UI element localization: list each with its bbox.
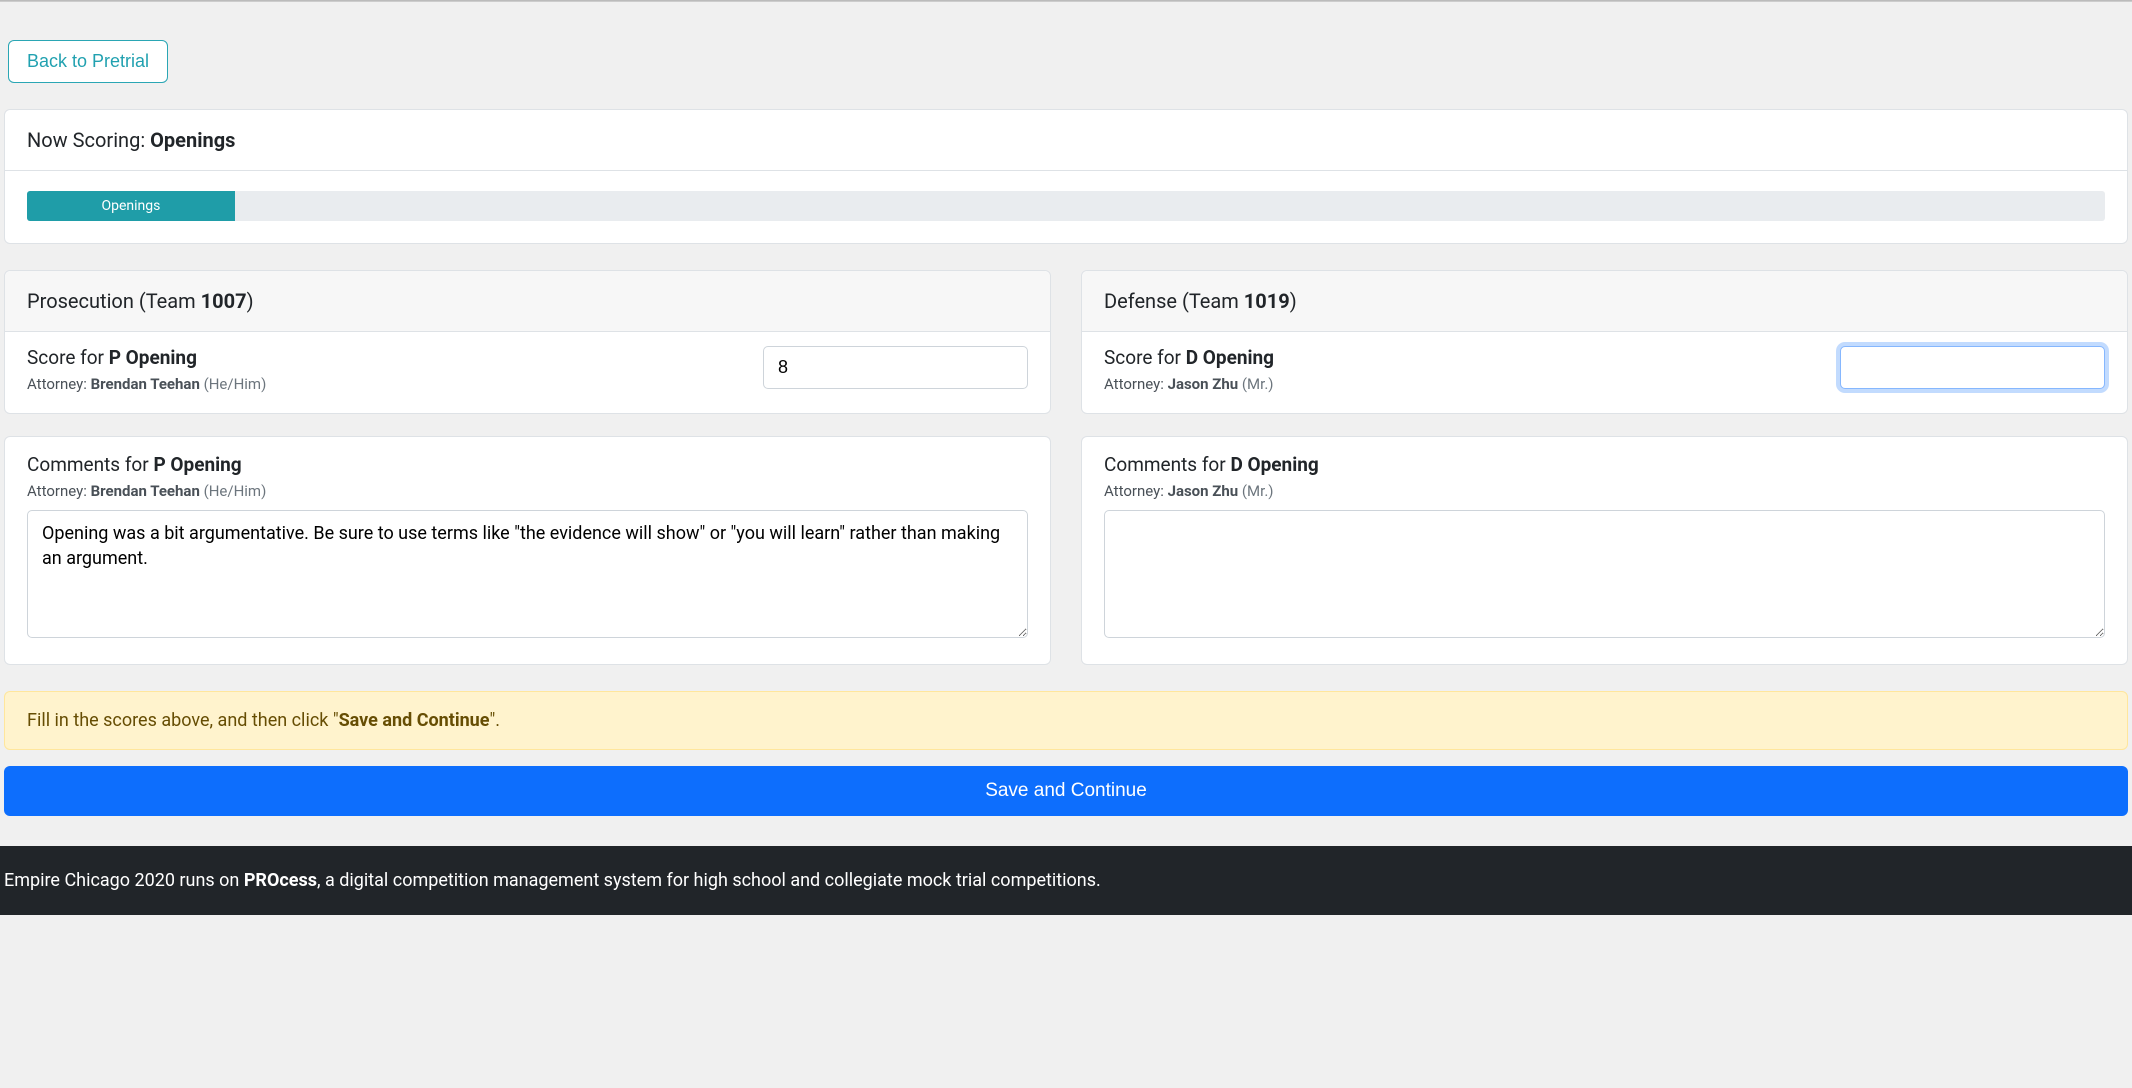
prosecution-attorney-name: Brendan Teehan <box>91 375 200 393</box>
now-scoring-section: Openings <box>150 128 235 152</box>
alert-text-bold: Save and Continue <box>339 710 490 731</box>
progress-segment-openings: Openings <box>27 191 235 221</box>
prosecution-score-prefix: Score for <box>27 346 109 369</box>
prosecution-score-panel: Prosecution (Team 1007) Score for P Open… <box>4 270 1051 414</box>
now-scoring-card: Now Scoring: Openings Openings <box>4 109 2128 244</box>
defense-comments-attorney-label: Attorney: <box>1104 482 1168 500</box>
defense-comments-attorney-name: Jason Zhu <box>1168 482 1239 500</box>
footer-text-before: Empire Chicago 2020 runs on <box>4 870 244 891</box>
progress-bar: Openings <box>27 191 2105 221</box>
prosecution-score-bold: P Opening <box>109 346 197 369</box>
prosecution-comments-attorney-label: Attorney: <box>27 482 91 500</box>
defense-comments-title: Comments for D Opening <box>1104 453 2105 476</box>
prosecution-score-input[interactable] <box>763 346 1028 389</box>
defense-comments-bold: D Opening <box>1230 453 1318 476</box>
defense-score-bold: D Opening <box>1186 346 1274 369</box>
prosecution-attorney-label: Attorney: <box>27 375 91 393</box>
defense-comments-attorney-line: Attorney: Jason Zhu (Mr.) <box>1104 482 2105 500</box>
footer-text-after: , a digital competition management syste… <box>317 870 1101 891</box>
prosecution-attorney-pronouns: (He/Him) <box>200 375 266 393</box>
alert-text-before: Fill in the scores above, and then click… <box>27 710 339 731</box>
alert-text-after: ". <box>489 710 500 731</box>
prosecution-comments-panel: Comments for P Opening Attorney: Brendan… <box>4 436 1051 665</box>
prosecution-header: Prosecution (Team 1007) <box>5 271 1050 332</box>
defense-score-prefix: Score for <box>1104 346 1186 369</box>
defense-attorney-line: Attorney: Jason Zhu (Mr.) <box>1104 375 1800 393</box>
prosecution-comments-attorney-name: Brendan Teehan <box>91 482 200 500</box>
instruction-alert: Fill in the scores above, and then click… <box>4 691 2128 750</box>
prosecution-comments-attorney-pronouns: (He/Him) <box>200 482 266 500</box>
prosecution-team-number: 1007 <box>201 289 247 313</box>
defense-attorney-label: Attorney: <box>1104 375 1168 393</box>
defense-comments-panel: Comments for D Opening Attorney: Jason Z… <box>1081 436 2128 665</box>
prosecution-header-suffix: ) <box>247 289 254 313</box>
defense-comments-attorney-pronouns: (Mr.) <box>1238 482 1273 500</box>
prosecution-comments-prefix: Comments for <box>27 453 153 476</box>
footer-text-bold: PROcess <box>244 870 317 891</box>
progress-wrap: Openings <box>5 171 2127 243</box>
defense-header-suffix: ) <box>1290 289 1297 313</box>
defense-score-panel: Defense (Team 1019) Score for D Opening … <box>1081 270 2128 414</box>
defense-header-prefix: Defense (Team <box>1104 289 1244 313</box>
now-scoring-header: Now Scoring: Openings <box>5 110 2127 171</box>
prosecution-header-prefix: Prosecution (Team <box>27 289 201 313</box>
prosecution-comments-attorney-line: Attorney: Brendan Teehan (He/Him) <box>27 482 1028 500</box>
defense-team-number: 1019 <box>1244 289 1290 313</box>
prosecution-score-title: Score for P Opening <box>27 346 723 369</box>
back-to-pretrial-button[interactable]: Back to Pretrial <box>8 40 168 83</box>
page-footer: Empire Chicago 2020 runs on PROcess, a d… <box>0 846 2132 915</box>
defense-comments-prefix: Comments for <box>1104 453 1230 476</box>
now-scoring-prefix: Now Scoring: <box>27 128 150 152</box>
defense-attorney-name: Jason Zhu <box>1168 375 1239 393</box>
defense-score-input[interactable] <box>1840 346 2105 389</box>
defense-comments-textarea[interactable] <box>1104 510 2105 638</box>
defense-header: Defense (Team 1019) <box>1082 271 2127 332</box>
prosecution-comments-textarea[interactable] <box>27 510 1028 638</box>
save-and-continue-button[interactable]: Save and Continue <box>4 766 2128 816</box>
prosecution-attorney-line: Attorney: Brendan Teehan (He/Him) <box>27 375 723 393</box>
defense-attorney-pronouns: (Mr.) <box>1238 375 1273 393</box>
defense-score-title: Score for D Opening <box>1104 346 1800 369</box>
prosecution-comments-bold: P Opening <box>153 453 241 476</box>
prosecution-comments-title: Comments for P Opening <box>27 453 1028 476</box>
